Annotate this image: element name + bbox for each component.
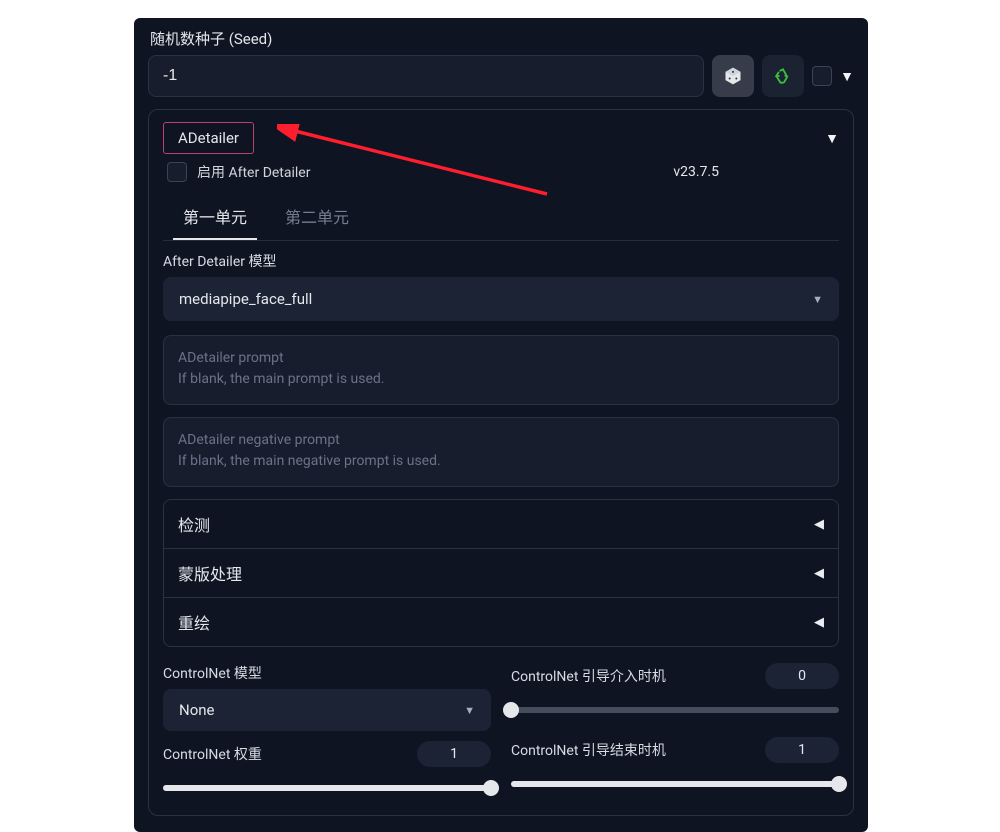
cn-start-slider[interactable] [511, 701, 839, 719]
cn-end-label: ControlNet 引导结束时机 [511, 740, 666, 760]
adetailer-title[interactable]: ADetailer [163, 122, 254, 154]
left-triangle-icon: ◀ [814, 615, 824, 630]
model-select[interactable]: mediapipe_face_full ▼ [163, 277, 839, 321]
left-triangle-icon: ◀ [814, 517, 824, 532]
dice-icon [723, 66, 743, 86]
cn-end-slider[interactable] [511, 775, 839, 793]
adetailer-version: v23.7.5 [673, 164, 719, 180]
recycle-icon [773, 66, 793, 86]
cn-model-value: None [179, 701, 215, 719]
accordion-redraw[interactable]: 重绘 ◀ [164, 598, 838, 646]
cn-weight-value[interactable]: 1 [417, 741, 491, 767]
expand-extra-icon[interactable]: ▼ [840, 68, 854, 85]
settings-panel: 随机数种子 (Seed) ▼ ADetailer ▼ 启用 After Deta… [134, 18, 868, 832]
neg-placeholder-2: If blank, the main negative prompt is us… [178, 451, 824, 472]
accordion-mask[interactable]: 蒙版处理 ◀ [164, 549, 838, 598]
cn-end-value[interactable]: 1 [765, 737, 839, 763]
accordion-detect[interactable]: 检测 ◀ [164, 500, 838, 549]
negative-prompt-textarea[interactable]: ADetailer negative prompt If blank, the … [163, 417, 839, 487]
cn-start-label: ControlNet 引导介入时机 [511, 666, 666, 686]
chevron-down-icon: ▼ [812, 293, 823, 306]
prompt-placeholder-1: ADetailer prompt [178, 348, 824, 369]
cn-start-value[interactable]: 0 [765, 663, 839, 689]
cn-model-label: ControlNet 模型 [163, 663, 491, 683]
enable-adetailer-checkbox[interactable] [167, 162, 187, 182]
tab-unit-2[interactable]: 第二单元 [275, 194, 359, 240]
adetailer-panel: ADetailer ▼ 启用 After Detailer v23.7.5 第一… [148, 109, 854, 816]
random-seed-button[interactable] [712, 55, 754, 97]
prompt-textarea[interactable]: ADetailer prompt If blank, the main prom… [163, 335, 839, 405]
enable-adetailer-label: 启用 After Detailer [197, 162, 310, 182]
cn-weight-label: ControlNet 权重 [163, 744, 262, 764]
controlnet-grid: ControlNet 模型 None ▼ ControlNet 权重 1 Co [163, 663, 839, 797]
tab-unit-1[interactable]: 第一单元 [173, 194, 257, 240]
unit-tabs: 第一单元 第二单元 [163, 194, 839, 241]
options-accordion: 检测 ◀ 蒙版处理 ◀ 重绘 ◀ [163, 499, 839, 647]
model-label: After Detailer 模型 [163, 251, 839, 271]
seed-input[interactable] [148, 55, 704, 97]
model-select-value: mediapipe_face_full [179, 290, 312, 308]
reuse-seed-button[interactable] [762, 55, 804, 97]
chevron-down-icon: ▼ [464, 704, 475, 717]
enable-row: 启用 After Detailer v23.7.5 [167, 162, 839, 182]
cn-weight-slider[interactable] [163, 779, 491, 797]
left-triangle-icon: ◀ [814, 566, 824, 581]
cn-model-select[interactable]: None ▼ [163, 689, 491, 731]
prompt-placeholder-2: If blank, the main prompt is used. [178, 369, 824, 390]
extra-checkbox[interactable] [812, 66, 832, 86]
seed-row: ▼ [148, 55, 854, 97]
neg-placeholder-1: ADetailer negative prompt [178, 430, 824, 451]
adetailer-header: ADetailer ▼ [163, 122, 839, 154]
seed-label: 随机数种子 (Seed) [148, 28, 854, 49]
collapse-adetailer-icon[interactable]: ▼ [825, 130, 839, 147]
